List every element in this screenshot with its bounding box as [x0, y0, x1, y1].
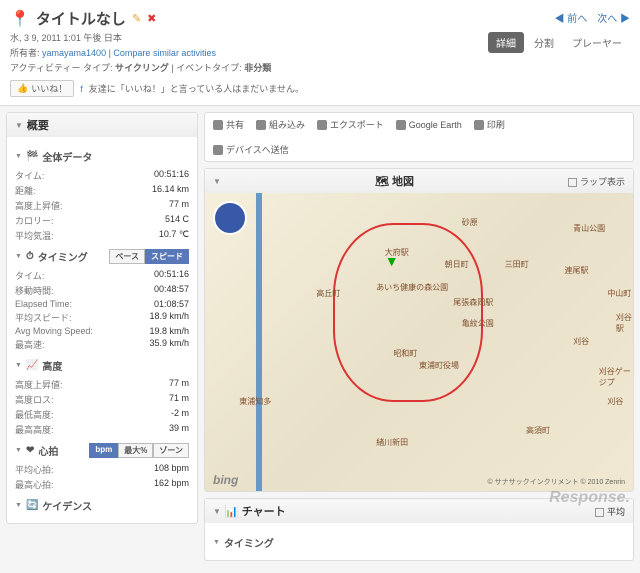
stat-row: Avg Moving Speed:19.8 km/h [15, 325, 189, 337]
send-device-button[interactable]: デバイスへ送信 [213, 143, 625, 156]
nav-links: ◀ 前へ 次へ ▶ [554, 10, 630, 25]
map-place-label: 朝日町 [445, 259, 469, 270]
location-pin-icon: 📍 [10, 9, 30, 29]
chart-timing-header[interactable]: タイミング [213, 535, 625, 550]
activity-type-label: アクティビティー タイプ: [10, 63, 112, 73]
map-place-label: あいち健康の森公園 [376, 282, 448, 293]
stat-row: 移動時間:00:48:57 [15, 283, 189, 298]
event-type: 非分類 [244, 63, 271, 73]
stat-row: カロリー:514 C [15, 213, 189, 228]
activity-type: サイクリング [115, 63, 169, 73]
owner-link[interactable]: yamayama1400 [42, 48, 106, 58]
action-toolbar: 共有 組み込み エクスポート Google Earth 印刷 デバイスへ送信 [204, 112, 634, 162]
map-canvas[interactable]: ▼ 大府駅砂原青山公園朝日町三田町連尾駅あいち健康の森公園尾張森岡駅高丘町中山町… [205, 193, 633, 491]
map-place-label: 高須町 [526, 425, 550, 436]
stat-row: Elapsed Time:01:08:57 [15, 298, 189, 310]
prev-link[interactable]: ◀ 前へ [554, 10, 587, 25]
hr-header[interactable]: ❤ 心拍 bpm 最大% ゾーン [15, 443, 189, 458]
view-tabs: 詳細 分割 プレーヤー [488, 32, 630, 53]
map-place-label: 刈谷ゲージプ [599, 366, 633, 388]
export-button[interactable]: エクスポート [317, 118, 384, 131]
map-place-label: 砂原 [462, 217, 478, 228]
elevation-header[interactable]: 📈 高度 [15, 358, 189, 373]
timing-header[interactable]: ⏱ タイミング ペース スピード [15, 249, 189, 264]
share-button[interactable]: 共有 [213, 118, 244, 131]
map-place-label: 刈谷 [607, 396, 623, 407]
stat-row: 平均気温:10.7 ℃ [15, 228, 189, 243]
compass-icon[interactable] [213, 201, 247, 235]
map-place-label: 連尾駅 [565, 265, 589, 276]
stat-row: タイム:00:51:16 [15, 268, 189, 283]
stat-row: 最低高度:-2 m [15, 407, 189, 422]
avg-checkbox[interactable] [595, 508, 604, 517]
cadence-header[interactable]: 🔄 ケイデンス [15, 498, 189, 513]
speed-toggle[interactable]: スピード [145, 249, 189, 264]
activity-title: タイトルなし [36, 8, 126, 29]
pace-toggle[interactable]: ペース [109, 249, 145, 264]
zone-toggle[interactable]: ゾーン [153, 443, 189, 458]
stat-row: 最高心拍:162 bpm [15, 477, 189, 492]
map-place-label: 大府駅 [385, 247, 409, 258]
map-place-label: 刈谷駅 [616, 312, 633, 334]
overall-header[interactable]: 🏁 全体データ [15, 149, 189, 164]
next-link[interactable]: 次へ ▶ [597, 10, 630, 25]
map-place-label: 緒川新田 [376, 437, 408, 448]
print-button[interactable]: 印刷 [474, 118, 505, 131]
bpm-toggle[interactable]: bpm [89, 443, 118, 458]
map-place-label: 中山町 [607, 288, 631, 299]
google-earth-button[interactable]: Google Earth [396, 118, 462, 131]
map-place-label: 昭和町 [393, 348, 417, 359]
stat-row: 高度上昇値:77 m [15, 198, 189, 213]
stat-row: 高度ロス:71 m [15, 392, 189, 407]
stat-row: 最高高度:39 m [15, 422, 189, 437]
lap-checkbox[interactable] [568, 178, 577, 187]
map-place-label: 三田町 [505, 259, 529, 270]
owner-label: 所有者: [10, 48, 40, 58]
max-toggle[interactable]: 最大% [118, 443, 153, 458]
tab-player[interactable]: プレーヤー [564, 32, 630, 53]
event-type-label: イベントタイプ: [176, 63, 242, 73]
map-attribution: © サナサックインクリメント © 2010 Zenrin [487, 477, 625, 487]
map-place-label: 高丘町 [316, 288, 340, 299]
bing-logo: bing [213, 473, 238, 487]
map-place-label: 刈谷 [573, 336, 589, 347]
map-place-label: 青山公園 [573, 223, 605, 234]
map-place-label: 尾張森岡駅 [453, 297, 493, 308]
summary-header[interactable]: 概要 [7, 113, 197, 137]
tab-split[interactable]: 分割 [526, 32, 562, 53]
delete-icon[interactable]: ✖ [147, 12, 156, 25]
map-header[interactable]: 🗺 地図 ラップ表示 [205, 169, 633, 193]
stat-row: 平均スピード:18.9 km/h [15, 310, 189, 325]
compare-link[interactable]: Compare similar activities [113, 48, 216, 58]
tab-detail[interactable]: 詳細 [488, 32, 524, 53]
stat-row: 最高速:35.9 km/h [15, 337, 189, 352]
edit-icon[interactable]: ✎ [132, 12, 141, 25]
like-text: 友達に「いいね！」と言っている人はまだいません。 [89, 82, 304, 95]
map-place-label: 亀紋公園 [462, 318, 494, 329]
stat-row: タイム:00:51:16 [15, 168, 189, 183]
embed-button[interactable]: 組み込み [256, 118, 305, 131]
map-place-label: 東浦町役場 [419, 360, 459, 371]
map-place-label: 東浦知多 [239, 396, 271, 407]
watermark: Response. [549, 489, 630, 507]
stat-row: 距離:16.14 km [15, 183, 189, 198]
stat-row: 平均心拍:108 bpm [15, 462, 189, 477]
stat-row: 高度上昇値:77 m [15, 377, 189, 392]
like-button[interactable]: 👍いいね！ [10, 80, 74, 97]
